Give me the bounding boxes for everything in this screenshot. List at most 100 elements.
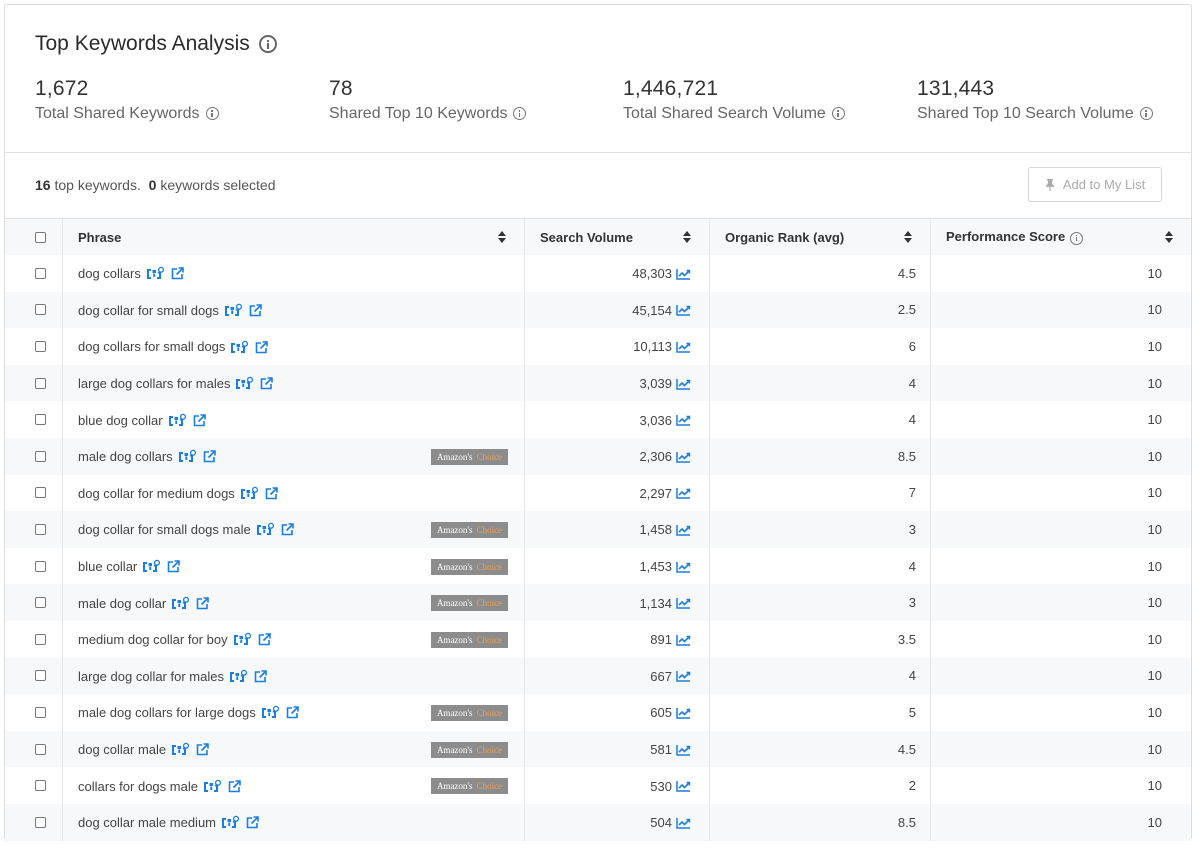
table-row[interactable]: blue collar Amazon's Choice 1,453 4 10 (5, 547, 1191, 585)
trend-chart-icon[interactable] (676, 524, 691, 536)
info-icon[interactable] (205, 107, 219, 121)
search-keyword-icon[interactable] (229, 669, 248, 684)
table-row[interactable]: dog collar for medium dogs 2,297 7 10 (5, 474, 1191, 512)
external-link-icon[interactable] (281, 523, 294, 536)
table-row[interactable]: dog collar male medium 504 8.5 10 (5, 803, 1191, 841)
table-row[interactable]: large dog collars for males 3,039 4 10 (5, 364, 1191, 402)
row-checkbox[interactable] (35, 560, 46, 572)
table-row[interactable]: male dog collars Amazon's Choice 2,306 8.5 10 (5, 437, 1191, 475)
row-select-cell (5, 437, 63, 475)
external-link-icon[interactable] (260, 377, 274, 390)
search-keyword-icon[interactable] (146, 266, 165, 281)
table-row[interactable]: medium dog collar for boy Amazon's Choice 8… (5, 620, 1191, 658)
row-checkbox[interactable] (35, 377, 46, 389)
add-to-my-list-button[interactable]: Add to My List (1028, 167, 1162, 202)
info-icon[interactable] (1139, 107, 1153, 121)
external-link-icon[interactable] (228, 779, 241, 793)
search-keyword-icon[interactable] (171, 596, 190, 611)
search-keyword-icon[interactable] (240, 486, 259, 501)
info-icon[interactable] (831, 107, 845, 121)
search-keyword-icon[interactable] (203, 779, 222, 794)
table-row[interactable]: dog collars for small dogs 10,113 6 10 (5, 328, 1191, 365)
trend-chart-icon[interactable] (676, 561, 691, 573)
trend-chart-icon[interactable] (676, 597, 691, 609)
external-link-icon[interactable] (249, 304, 262, 317)
info-icon[interactable] (513, 107, 527, 121)
info-icon[interactable] (1070, 231, 1084, 245)
row-checkbox[interactable] (35, 340, 46, 352)
trend-chart-icon[interactable] (676, 487, 691, 500)
row-checkbox[interactable] (35, 780, 46, 792)
search-keyword-icon[interactable] (256, 522, 275, 537)
row-checkbox[interactable] (35, 523, 46, 535)
trend-chart-icon[interactable] (676, 341, 691, 353)
trend-chart-icon[interactable] (676, 817, 691, 829)
search-keyword-icon[interactable] (230, 340, 249, 355)
table-row[interactable]: large dog collar for males 667 4 10 (5, 657, 1191, 695)
row-checkbox[interactable] (35, 450, 46, 462)
sort-icon[interactable] (683, 231, 692, 244)
external-link-icon[interactable] (196, 743, 209, 756)
external-link-icon[interactable] (167, 560, 181, 573)
column-header-search-volume[interactable]: Search Volume (524, 219, 710, 255)
sort-icon[interactable] (1165, 231, 1174, 244)
row-checkbox[interactable] (35, 304, 46, 316)
trend-chart-icon[interactable] (676, 304, 691, 317)
sort-icon[interactable] (498, 231, 507, 244)
search-keyword-icon[interactable] (178, 449, 197, 464)
search-keyword-icon[interactable] (261, 705, 280, 720)
table-row[interactable]: dog collar for small dogs 45,154 2.5 10 (5, 291, 1191, 329)
external-link-icon[interactable] (254, 670, 267, 683)
trend-chart-icon[interactable] (676, 414, 691, 426)
row-checkbox[interactable] (35, 414, 46, 426)
trend-chart-icon[interactable] (676, 634, 691, 646)
title-info-icon[interactable] (258, 35, 277, 53)
row-checkbox[interactable] (35, 633, 46, 645)
row-checkbox[interactable] (35, 816, 46, 828)
external-link-icon[interactable] (265, 487, 278, 500)
search-keyword-icon[interactable] (235, 376, 254, 391)
select-all-checkbox[interactable] (35, 231, 46, 243)
external-link-icon[interactable] (193, 413, 206, 427)
row-checkbox[interactable] (35, 706, 46, 718)
table-row[interactable]: collars for dogs male Amazon's Choice 530 2 1… (5, 767, 1191, 804)
external-link-icon[interactable] (203, 450, 216, 463)
search-keyword-icon[interactable] (224, 303, 243, 318)
external-link-icon[interactable] (196, 596, 209, 610)
row-checkbox[interactable] (35, 670, 46, 682)
search-keyword-icon[interactable] (171, 742, 190, 757)
table-row[interactable]: blue dog collar 3,036 4 10 (5, 401, 1191, 438)
external-link-icon[interactable] (258, 633, 271, 646)
trend-chart-icon[interactable] (676, 707, 691, 719)
keyword-count-text: top keywords. (54, 177, 141, 193)
search-keyword-icon[interactable] (168, 413, 187, 428)
trend-chart-icon[interactable] (676, 268, 691, 280)
table-row[interactable]: male dog collar Amazon's Choice 1,134 3 10 (5, 584, 1191, 621)
trend-chart-icon[interactable] (676, 744, 691, 756)
column-header-phrase[interactable]: Phrase (62, 219, 525, 255)
external-link-icon[interactable] (171, 267, 184, 280)
trend-chart-icon[interactable] (676, 670, 691, 683)
external-link-icon[interactable] (286, 706, 299, 719)
trend-chart-icon[interactable] (676, 451, 691, 463)
row-checkbox[interactable] (35, 743, 46, 755)
search-keyword-icon[interactable] (221, 815, 240, 830)
sort-icon[interactable] (904, 231, 913, 244)
external-link-icon[interactable] (246, 816, 259, 829)
stat-shared-top10-keywords: 78 Shared Top 10 Keywords (329, 77, 527, 123)
row-checkbox[interactable] (35, 597, 46, 609)
performance-score-value: 10 (1147, 595, 1162, 611)
table-row[interactable]: dog collar for small dogs male Amazon's Ch… (5, 511, 1191, 548)
trend-chart-icon[interactable] (676, 378, 691, 390)
trend-chart-icon[interactable] (676, 780, 691, 792)
table-row[interactable]: dog collars 48,303 4.5 10 (5, 255, 1191, 292)
table-row[interactable]: dog collar male Amazon's Choice 581 4.5 10 (5, 730, 1191, 768)
search-keyword-icon[interactable] (142, 559, 161, 574)
table-row[interactable]: male dog collars for large dogs Amazon's C… (5, 694, 1191, 731)
search-keyword-icon[interactable] (233, 632, 252, 647)
row-checkbox[interactable] (35, 267, 46, 279)
external-link-icon[interactable] (255, 340, 269, 354)
column-header-organic-rank[interactable]: Organic Rank (avg) (709, 219, 931, 255)
row-checkbox[interactable] (35, 487, 46, 499)
column-header-performance-score[interactable]: Performance Score (931, 219, 1192, 255)
